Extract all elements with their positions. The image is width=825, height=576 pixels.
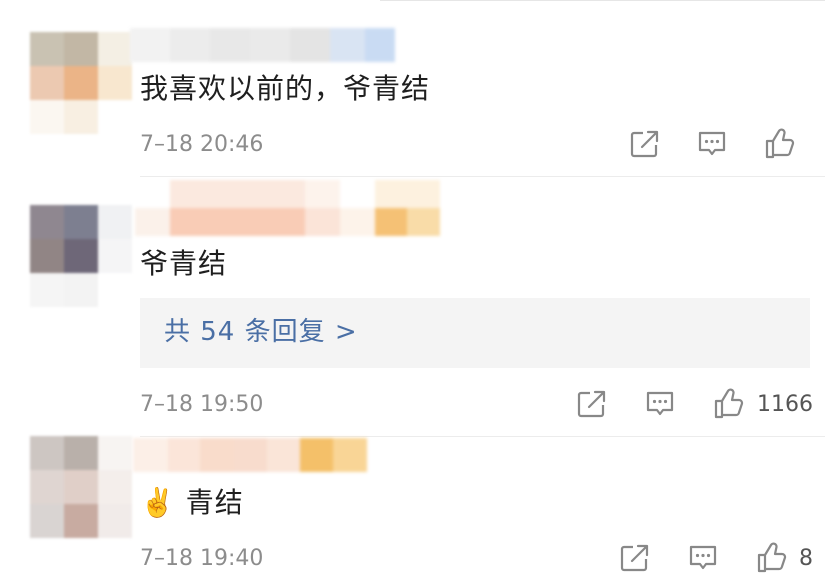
username-blurred[interactable] — [135, 180, 440, 236]
thumbs-up-icon[interactable] — [763, 127, 797, 159]
thumbs-up-icon[interactable] — [755, 541, 789, 573]
view-replies-link[interactable]: 共 54 条回复 > — [164, 316, 358, 348]
top-divider — [380, 0, 825, 1]
replies-panel[interactable]: 共 54 条回复 > — [140, 298, 810, 368]
comment-text: ✌️ 青结 — [140, 486, 244, 519]
avatar[interactable] — [30, 205, 132, 307]
comment-time: 7–18 19:40 — [140, 546, 264, 571]
like-count: 1166 — [757, 392, 813, 417]
share-icon[interactable] — [630, 130, 660, 158]
comment-text: 我喜欢以前的，爷青结 — [140, 72, 431, 105]
username-blurred[interactable] — [130, 28, 395, 62]
comment-time: 7–18 20:46 — [140, 132, 264, 157]
comment-icon[interactable] — [697, 130, 727, 158]
avatar[interactable] — [30, 436, 132, 538]
share-icon[interactable] — [620, 544, 650, 572]
comment-text: 爷青结 — [140, 247, 228, 280]
comment-divider — [140, 176, 825, 177]
like-count: 8 — [799, 546, 813, 571]
thumbs-up-icon[interactable] — [712, 387, 746, 419]
avatar[interactable] — [30, 32, 132, 134]
share-icon[interactable] — [577, 390, 607, 418]
comment-icon[interactable] — [645, 390, 675, 418]
comment-icon[interactable] — [688, 544, 718, 572]
comment-divider — [140, 436, 825, 437]
username-blurred[interactable] — [133, 438, 367, 472]
comment-time: 7–18 19:50 — [140, 392, 264, 417]
